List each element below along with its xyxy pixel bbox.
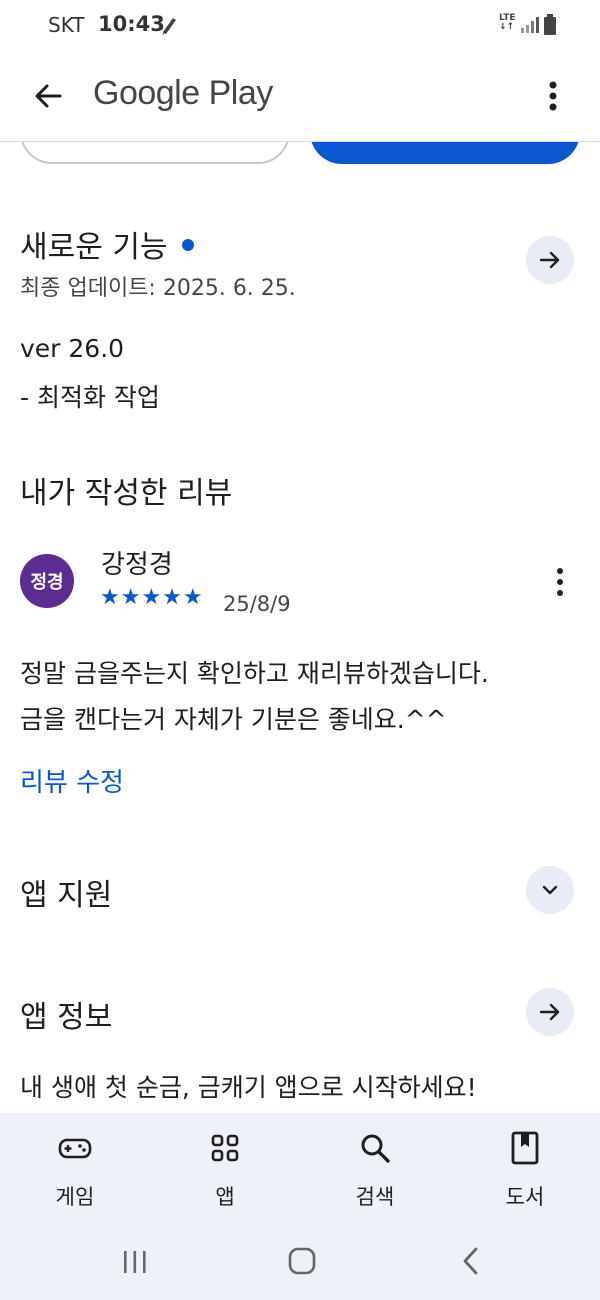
review-text-line1: 정말 금을주는지 확인하고 재리뷰하겠습니다. bbox=[20, 659, 489, 688]
arrow-right-icon bbox=[539, 1003, 560, 1021]
book-icon bbox=[511, 1131, 539, 1165]
more-options-icon[interactable] bbox=[540, 76, 566, 116]
bottom-nav: 게임 앱 검색 도서 bbox=[0, 1113, 600, 1226]
carrier-label: SKT bbox=[48, 13, 85, 37]
my-review-heading: 내가 작성한 리뷰 bbox=[20, 476, 233, 511]
app-info-heading[interactable]: 앱 정보 bbox=[20, 992, 112, 1036]
battery-icon bbox=[544, 14, 556, 35]
back-nav-icon[interactable] bbox=[458, 1246, 484, 1276]
search-icon bbox=[361, 1134, 390, 1163]
edit-review-link[interactable]: 리뷰 수정 bbox=[20, 762, 124, 799]
avatar: 정경 bbox=[20, 554, 74, 608]
review-more-options-icon[interactable] bbox=[550, 566, 570, 598]
review-date: 25/8/9 bbox=[223, 592, 291, 616]
nav-label-games: 게임 bbox=[55, 1185, 95, 1209]
nav-item-games[interactable]: 게임 bbox=[0, 1113, 150, 1226]
pen-notification-icon bbox=[162, 18, 176, 35]
status-bar: SKT 10:43 LTE ↓↑ bbox=[0, 0, 600, 50]
nav-label-books: 도서 bbox=[505, 1185, 545, 1209]
gamepad-icon bbox=[58, 1138, 92, 1159]
app-bar: Google Play bbox=[0, 50, 600, 142]
nav-item-search[interactable]: 검색 bbox=[300, 1113, 450, 1226]
nav-item-apps[interactable]: 앱 bbox=[150, 1113, 300, 1226]
nav-label-search: 검색 bbox=[355, 1185, 395, 1209]
nav-item-books[interactable]: 도서 bbox=[450, 1113, 600, 1226]
signal-icon bbox=[521, 17, 539, 33]
version-text: ver 26.0 bbox=[20, 334, 125, 363]
whats-new-heading: 새로운 기능 bbox=[20, 222, 194, 266]
review-text-line2: 금을 캔다는거 자체가 기분은 좋네요.^^ bbox=[20, 705, 447, 734]
star-rating: ★★★★★ bbox=[100, 585, 204, 610]
whats-new-title: 새로운 기능 bbox=[20, 230, 168, 265]
app-bar-title: Google Play bbox=[93, 74, 273, 112]
back-arrow-icon[interactable] bbox=[28, 76, 68, 116]
reviewer-name: 강정경 bbox=[101, 550, 173, 580]
apps-grid-icon bbox=[211, 1134, 239, 1162]
lte-icon: LTE ↓↑ bbox=[499, 13, 516, 32]
system-nav-bar bbox=[0, 1226, 600, 1300]
last-updated-text: 최종 업데이트: 2025. 6. 25. bbox=[20, 276, 296, 301]
arrow-right-icon bbox=[539, 251, 560, 269]
app-support-heading[interactable]: 앱 지원 bbox=[20, 870, 112, 914]
new-indicator-dot bbox=[181, 238, 194, 251]
chevron-down-icon bbox=[542, 885, 558, 895]
home-icon[interactable] bbox=[287, 1246, 317, 1276]
app-description: 내 생애 첫 순금, 금캐기 앱으로 시작하세요! bbox=[20, 1073, 477, 1102]
app-info-arrow-button[interactable] bbox=[526, 988, 574, 1036]
app-support-expand-button[interactable] bbox=[526, 866, 574, 914]
nav-label-apps: 앱 bbox=[215, 1185, 235, 1209]
recent-apps-icon[interactable] bbox=[120, 1248, 150, 1276]
whats-new-arrow-button[interactable] bbox=[526, 236, 574, 284]
clock: 10:43 bbox=[98, 12, 165, 36]
release-notes-text: - 최적화 작업 bbox=[20, 383, 160, 412]
